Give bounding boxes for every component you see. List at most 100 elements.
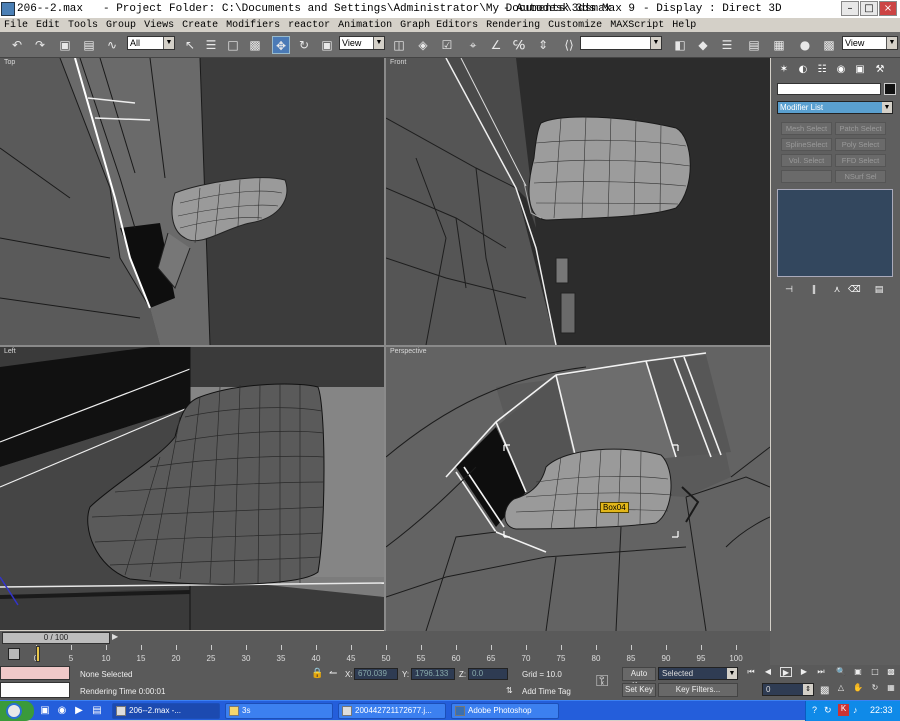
menu-group[interactable]: Group xyxy=(102,20,140,31)
mesh-select-button[interactable]: Mesh Select xyxy=(781,122,832,135)
align-icon[interactable]: ◆ xyxy=(694,36,712,54)
current-frame-field[interactable]: 0 ⇕ xyxy=(762,683,814,696)
select-by-name-icon[interactable]: ☰ xyxy=(202,36,220,54)
maxscript-listener-top[interactable] xyxy=(0,666,70,680)
previous-frame-icon[interactable]: ◀ xyxy=(762,667,774,677)
time-slider-bar[interactable]: 0 / 100 ▶ xyxy=(0,631,770,645)
3dsmax-app-icon[interactable] xyxy=(1,2,15,16)
arc-rotate-icon[interactable]: ↻ xyxy=(869,683,881,693)
select-and-scale-icon[interactable]: ▣ xyxy=(318,36,336,54)
object-name-field[interactable] xyxy=(777,83,881,95)
browser-quicklaunch-icon[interactable]: ◉ xyxy=(55,704,69,718)
modifier-list-dropdown[interactable]: Modifier List ▼ xyxy=(777,101,893,114)
y-coordinate-field[interactable]: 1796.133 xyxy=(411,668,455,680)
menu-reactor[interactable]: reactor xyxy=(284,20,334,31)
edit-named-selection-icon[interactable]: ⟨⟩ xyxy=(560,36,578,54)
make-unique-icon[interactable]: ⋏ xyxy=(831,284,843,296)
redo-icon[interactable]: ↷ xyxy=(31,36,49,54)
configure-modifier-sets-icon[interactable]: ▤ xyxy=(873,284,885,296)
show-end-result-icon[interactable]: ‖ xyxy=(808,284,820,296)
volume-tray-icon[interactable]: ♪ xyxy=(853,705,858,715)
time-slider[interactable]: 0 / 100 xyxy=(2,632,110,644)
viewport-front-label[interactable]: Front xyxy=(390,59,406,66)
angle-snap-icon[interactable]: ∠ xyxy=(487,36,505,54)
curve-editor-icon[interactable]: ▤ xyxy=(745,36,763,54)
viewport-left[interactable]: Left xyxy=(0,347,384,630)
clock[interactable]: 22:33 xyxy=(870,705,893,715)
select-and-move-icon[interactable]: ✥ xyxy=(272,36,290,54)
snaps-toggle-icon[interactable]: ⌖ xyxy=(464,36,482,54)
schematic-view-icon[interactable]: ▦ xyxy=(770,36,788,54)
lock-selection-icon[interactable]: 🔒 xyxy=(311,668,323,679)
display-tab-icon[interactable]: ▣ xyxy=(853,63,867,77)
task-3dsmax[interactable]: 206--2.max -... xyxy=(112,703,220,719)
auto-key-button[interactable]: Auto Key xyxy=(622,667,656,690)
named-selection-sets-dropdown[interactable]: ▼ xyxy=(580,36,662,50)
percent-snap-icon[interactable]: ℅ xyxy=(510,36,528,54)
utilities-tab-icon[interactable]: ⚒ xyxy=(873,63,887,77)
timeline-track[interactable]: 0510152025303540455055606570758085909510… xyxy=(0,645,743,665)
zoom-extents-icon[interactable]: □ xyxy=(869,667,881,677)
menu-rendering[interactable]: Rendering xyxy=(482,20,544,31)
menu-graph-editors[interactable]: Graph Editors xyxy=(396,20,482,31)
modifier-stack-list[interactable] xyxy=(777,189,893,277)
time-configuration-icon[interactable]: ▩ xyxy=(820,685,829,696)
next-frame-icon[interactable]: ▶ xyxy=(798,667,810,677)
motion-tab-icon[interactable]: ◉ xyxy=(834,63,848,77)
media-quicklaunch-icon[interactable]: ▶ xyxy=(72,704,86,718)
network-tray-icon[interactable]: ↻ xyxy=(824,705,832,716)
menu-maxscript[interactable]: MAXScript xyxy=(606,20,668,31)
zoom-all-icon[interactable]: ▣ xyxy=(852,667,864,677)
open-mini-curve-editor-icon[interactable] xyxy=(8,648,20,660)
absolute-mode-icon[interactable]: ↼ xyxy=(329,668,337,679)
field-of-view-icon[interactable]: △ xyxy=(835,683,847,693)
show-desktop-icon[interactable]: ▣ xyxy=(38,704,52,718)
pan-view-icon[interactable]: ✋ xyxy=(852,683,864,693)
link-icon[interactable]: ▣ xyxy=(56,36,74,54)
current-frame-marker[interactable] xyxy=(36,646,40,662)
reference-coordinate-dropdown[interactable]: View ▼ xyxy=(339,36,385,50)
empty-modifier-button[interactable] xyxy=(781,170,832,183)
explorer-quicklaunch-icon[interactable]: ▤ xyxy=(90,704,104,718)
minimize-button[interactable]: – xyxy=(841,1,859,16)
viewport-perspective-label[interactable]: Perspective xyxy=(390,348,427,355)
select-and-rotate-icon[interactable]: ↻ xyxy=(295,36,313,54)
create-tab-icon[interactable]: ✶ xyxy=(777,63,791,77)
menu-views[interactable]: Views xyxy=(140,20,178,31)
selection-filter-dropdown[interactable]: All ▼ xyxy=(127,36,175,50)
layer-manager-icon[interactable]: ☰ xyxy=(718,36,736,54)
vol-select-button[interactable]: Vol. Select xyxy=(781,154,832,167)
viewport-perspective[interactable]: Perspective Box04 xyxy=(386,347,770,631)
x-coordinate-field[interactable]: 670.039 xyxy=(354,668,398,680)
maximize-button[interactable]: □ xyxy=(860,1,878,16)
render-setup-icon[interactable]: ▩ xyxy=(820,36,838,54)
hierarchy-tab-icon[interactable]: ☷ xyxy=(815,63,829,77)
menu-create[interactable]: Create xyxy=(178,20,222,31)
viewport-left-label[interactable]: Left xyxy=(4,348,16,355)
menu-animation[interactable]: Animation xyxy=(334,20,396,31)
menu-modifiers[interactable]: Modifiers xyxy=(222,20,284,31)
menu-help[interactable]: Help xyxy=(668,20,700,31)
window-crossing-icon[interactable]: ▩ xyxy=(246,36,264,54)
select-object-icon[interactable]: ↖ xyxy=(181,36,199,54)
object-color-swatch[interactable] xyxy=(884,83,896,95)
menu-tools[interactable]: Tools xyxy=(64,20,102,31)
key-filters-button[interactable]: Key Filters... xyxy=(658,683,738,697)
select-manipulate-icon[interactable]: ◈ xyxy=(414,36,432,54)
zoom-extents-all-icon[interactable]: ▩ xyxy=(885,667,897,677)
antivirus-tray-icon[interactable]: K xyxy=(838,704,849,716)
bind-space-warp-icon[interactable]: ∿ xyxy=(103,36,121,54)
close-button[interactable]: × xyxy=(879,1,897,16)
menu-file[interactable]: File xyxy=(0,20,32,31)
keyboard-shortcut-toggle-icon[interactable]: ☑ xyxy=(438,36,456,54)
material-editor-icon[interactable]: ● xyxy=(796,36,814,54)
nsurf-sel-button[interactable]: NSurf Sel xyxy=(835,170,886,183)
pivot-center-icon[interactable]: ◫ xyxy=(390,36,408,54)
key-mode-dropdown[interactable]: Selected ▼ xyxy=(658,667,738,680)
go-to-end-icon[interactable]: ⏭ xyxy=(815,667,827,677)
modify-tab-icon[interactable]: ◐ xyxy=(796,63,810,77)
unlink-icon[interactable]: ▤ xyxy=(80,36,98,54)
add-time-tag-button[interactable]: Add Time Tag xyxy=(522,687,571,696)
render-view-dropdown[interactable]: View ▼ xyxy=(842,36,898,50)
play-icon[interactable]: ▶ xyxy=(780,667,792,677)
